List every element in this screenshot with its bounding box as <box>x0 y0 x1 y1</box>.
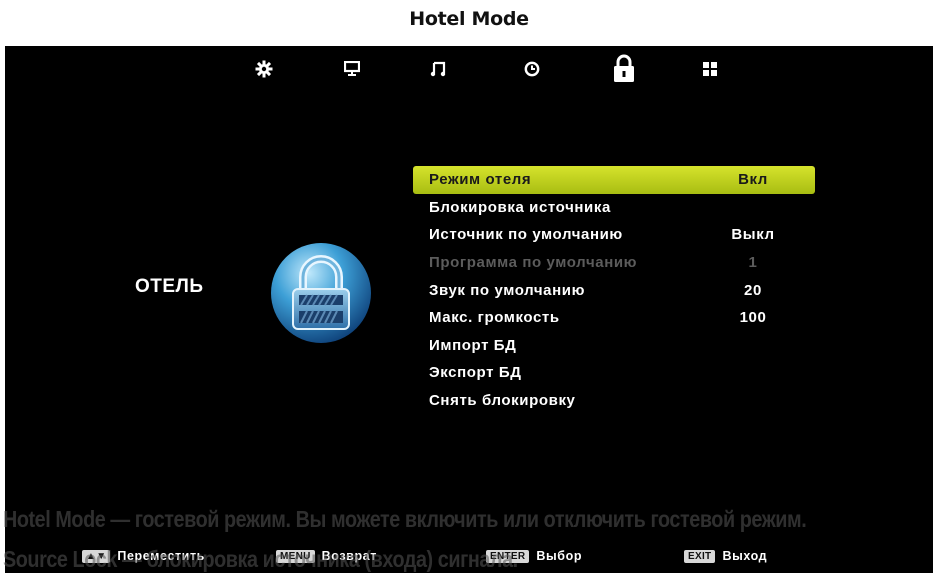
menu-item-max-volume[interactable]: Макс. громкость 100 <box>413 304 815 332</box>
monitor-icon[interactable] <box>337 56 367 82</box>
menu-item-label: Режим отеля <box>429 171 532 189</box>
menu-item-export-db[interactable]: Экспорт БД <box>413 359 815 387</box>
menu-item-value: 100 <box>739 309 767 327</box>
menu-item-label: Экспорт БД <box>429 364 522 382</box>
hotel-settings-menu: Режим отеля Вкл Блокировка источника Ист… <box>413 166 815 414</box>
hint-exit[interactable]: EXIT Выход <box>684 549 767 563</box>
music-icon[interactable] <box>423 56 453 82</box>
menu-item-label: Блокировка источника <box>429 198 611 216</box>
menu-item-source-lock[interactable]: Блокировка источника <box>413 194 815 222</box>
menu-item-value: 20 <box>744 281 762 299</box>
lock-icon[interactable] <box>609 52 639 84</box>
menu-item-default-volume[interactable]: Звук по умолчанию 20 <box>413 276 815 304</box>
apps-icon[interactable] <box>695 56 725 82</box>
menu-item-value: 1 <box>748 254 758 272</box>
menu-item-label: Программа по умолчанию <box>429 254 638 272</box>
caption-hotel-mode: Hotel Mode — гостевой режим. Вы можете в… <box>3 506 807 532</box>
menu-item-value: Выкл <box>731 226 775 244</box>
menu-item-value: Вкл <box>738 171 768 189</box>
menu-item-label: Источник по умолчанию <box>429 226 623 244</box>
hint-label: Выбор <box>536 549 583 563</box>
top-menu-bar <box>5 54 933 82</box>
caption-source-lock: Source Lock — блокировка источника (вход… <box>3 546 518 572</box>
menu-item-default-source[interactable]: Источник по умолчанию Выкл <box>413 221 815 249</box>
menu-item-default-program: Программа по умолчанию 1 <box>413 249 815 277</box>
menu-item-label: Импорт БД <box>429 336 517 354</box>
menu-item-label: Макс. громкость <box>429 309 560 327</box>
padlock-icon <box>269 241 373 345</box>
menu-item-hotel-mode[interactable]: Режим отеля Вкл <box>413 166 815 194</box>
exit-key-icon: EXIT <box>684 549 716 563</box>
menu-item-unlock[interactable]: Снять блокировку <box>413 387 815 415</box>
clock-icon[interactable] <box>517 56 547 82</box>
menu-item-label: Звук по умолчанию <box>429 281 585 299</box>
menu-item-label: Снять блокировку <box>429 392 576 410</box>
tv-screen: ОТЕЛЬ Режим отеля Вкл Блокировка источни… <box>5 46 933 573</box>
menu-item-import-db[interactable]: Импорт БД <box>413 332 815 360</box>
page-title: Hotel Mode <box>409 8 529 30</box>
gear-icon[interactable] <box>249 56 279 82</box>
hint-label: Выход <box>722 549 768 563</box>
section-title: ОТЕЛЬ <box>135 276 204 297</box>
